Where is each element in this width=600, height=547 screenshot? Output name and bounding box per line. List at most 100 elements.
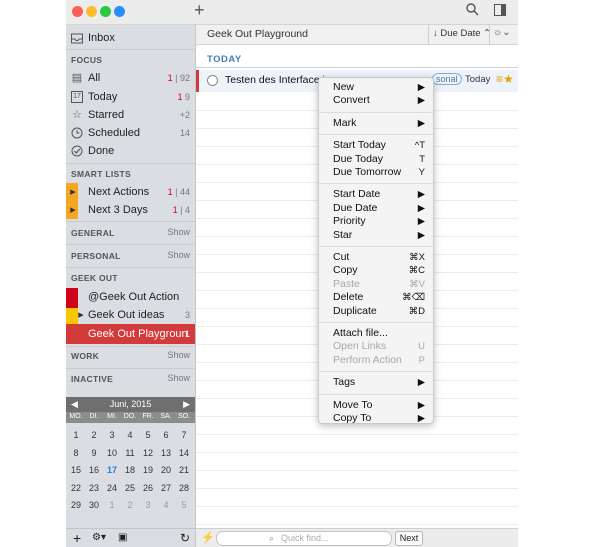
calendar-day[interactable]: 2	[85, 430, 103, 440]
next-month-button[interactable]: ▶	[183, 397, 190, 412]
show-work-link[interactable]: Show	[167, 350, 190, 360]
calendar-day[interactable]: 4	[157, 500, 175, 510]
menu-item-due-today[interactable]: Due Today T	[319, 153, 433, 166]
weekday-label: DO.	[123, 413, 137, 420]
quick-find-input[interactable]: ⌕ Quick find...	[216, 531, 392, 546]
calendar-day[interactable]: 9	[85, 448, 103, 458]
menu-item-cut[interactable]: Cut ⌘X	[319, 251, 433, 264]
sync-icon[interactable]: ↻	[180, 531, 190, 545]
view-options-icon[interactable]: ☼⌄	[493, 27, 511, 38]
calendar-day[interactable]: 13	[157, 448, 175, 458]
calendar-day[interactable]: 4	[121, 430, 139, 440]
menu-item-due-tomorrow[interactable]: Due Tomorrow Y	[319, 166, 433, 179]
full-screen-button[interactable]	[114, 6, 125, 17]
lightning-icon[interactable]: ⚡	[201, 531, 215, 544]
calendar-day[interactable]: 18	[121, 465, 139, 475]
calendar-day[interactable]: 3	[139, 500, 157, 510]
show-personal-link[interactable]: Show	[167, 250, 190, 260]
calendar-day[interactable]: 8	[67, 448, 85, 458]
calendar-day[interactable]: 14	[175, 448, 193, 458]
calendar-day[interactable]: 1	[67, 430, 85, 440]
submenu-arrow-icon: ▶	[417, 229, 425, 241]
menu-item-copy-to[interactable]: Copy To ▶	[319, 412, 433, 425]
sidebar-item-today[interactable]: 17 Today 1 9	[66, 88, 195, 106]
show-inactive-link[interactable]: Show	[167, 373, 190, 383]
sidebar-item-label: Geek Out Playgroun	[88, 328, 188, 340]
minimize-window-button[interactable]	[86, 6, 97, 17]
prev-month-button[interactable]: ◀	[71, 397, 78, 412]
menu-item-start-today[interactable]: Start Today ^T	[319, 139, 433, 152]
shortcut-label: Y	[418, 167, 425, 178]
tag-badge[interactable]: sonal	[432, 73, 462, 85]
sort-by-menu[interactable]: ↓ Due Date ⌃	[433, 28, 491, 39]
shortcut-label: ⌘X	[409, 252, 425, 263]
inspector-toggle-icon[interactable]	[494, 3, 506, 19]
search-icon[interactable]	[466, 3, 479, 19]
menu-item-delete[interactable]: Delete ⌘⌫	[319, 291, 433, 304]
calendar-day[interactable]: 7	[175, 430, 193, 440]
menu-item-copy[interactable]: Copy ⌘C	[319, 264, 433, 277]
sidebar-item-starred[interactable]: ☆ Starred +2	[66, 106, 195, 124]
calendar-day[interactable]: 1	[103, 500, 121, 510]
next-button[interactable]: Next	[395, 531, 423, 546]
task-checkbox[interactable]	[207, 75, 218, 86]
menu-item-attach-file[interactable]: Attach file...	[319, 327, 433, 340]
check-circle-icon	[71, 145, 83, 157]
sidebar-item-label: Inbox	[88, 32, 115, 44]
task-title[interactable]: Testen des Interface in	[225, 74, 331, 86]
menu-item-duplicate[interactable]: Duplicate ⌘D	[319, 305, 433, 318]
menu-item-star[interactable]: Star ▶	[319, 229, 433, 242]
close-window-button[interactable]	[72, 6, 83, 17]
calendar-day[interactable]: 26	[139, 483, 157, 493]
zoom-window-button[interactable]	[100, 6, 111, 17]
calendar-day[interactable]: 15	[67, 465, 85, 475]
menu-item-new[interactable]: New ▶	[319, 81, 433, 94]
show-general-link[interactable]: Show	[167, 227, 190, 237]
sidebar-item-label: Next 3 Days	[88, 204, 148, 216]
menu-item-priority[interactable]: Priority ▶	[319, 215, 433, 228]
add-task-button[interactable]: +	[194, 0, 205, 21]
calendar-day[interactable]: 5	[139, 430, 157, 440]
sidebar-item-geek-out-playground[interactable]: Geek Out Playgroun 1	[66, 324, 195, 344]
menu-item-label: Due Date	[333, 201, 378, 214]
calendar-day[interactable]: 27	[157, 483, 175, 493]
add-list-button[interactable]: +	[73, 530, 81, 546]
calendar-day[interactable]: 30	[85, 500, 103, 510]
calendar-day[interactable]: 23	[85, 483, 103, 493]
calendar-day[interactable]: 2	[121, 500, 139, 510]
calendar-day[interactable]: 21	[175, 465, 193, 475]
menu-item-due-date[interactable]: Due Date ▶	[319, 202, 433, 215]
menu-item-mark[interactable]: Mark ▶	[319, 117, 433, 130]
menu-item-convert[interactable]: Convert ▶	[319, 94, 433, 107]
menu-item-label: Convert	[333, 94, 370, 107]
sidebar-item-done[interactable]: Done	[66, 142, 195, 160]
calendar-day[interactable]: 25	[121, 483, 139, 493]
calendar-icon[interactable]: ▣	[118, 532, 127, 543]
sidebar-item-geek-out-ideas[interactable]: ▸ Geek Out ideas 3	[66, 306, 195, 324]
calendar-day[interactable]: 20	[157, 465, 175, 475]
sidebar-item-inbox[interactable]: Inbox	[66, 29, 195, 47]
calendar-day[interactable]: 5	[175, 500, 193, 510]
menu-item-label: Perform Action	[333, 353, 402, 366]
sidebar-item-next-actions[interactable]: ▸ Next Actions 1 | 44	[66, 183, 195, 201]
menu-item-tags[interactable]: Tags ▶	[319, 376, 433, 389]
calendar-day[interactable]: 17	[103, 465, 121, 475]
calendar-day[interactable]: 3	[103, 430, 121, 440]
calendar-day[interactable]: 11	[121, 448, 139, 458]
gear-icon[interactable]: ⚙▾	[92, 532, 106, 543]
calendar-day[interactable]: 6	[157, 430, 175, 440]
calendar-day[interactable]: 29	[67, 500, 85, 510]
menu-item-start-date[interactable]: Start Date ▶	[319, 188, 433, 201]
sidebar-item-next-3-days[interactable]: ▸ Next 3 Days 1 | 4	[66, 201, 195, 219]
calendar-day[interactable]: 24	[103, 483, 121, 493]
calendar-day[interactable]: 16	[85, 465, 103, 475]
calendar-day[interactable]: 28	[175, 483, 193, 493]
menu-item-move-to[interactable]: Move To ▶	[319, 399, 433, 412]
sidebar-item-all[interactable]: ▤ All 1 | 92	[66, 69, 195, 87]
calendar-day[interactable]: 19	[139, 465, 157, 475]
calendar-day[interactable]: 22	[67, 483, 85, 493]
sidebar-item-geek-out-action[interactable]: @Geek Out Action	[66, 288, 195, 306]
calendar-day[interactable]: 12	[139, 448, 157, 458]
sidebar-item-scheduled[interactable]: Scheduled 14	[66, 124, 195, 142]
calendar-day[interactable]: 10	[103, 448, 121, 458]
